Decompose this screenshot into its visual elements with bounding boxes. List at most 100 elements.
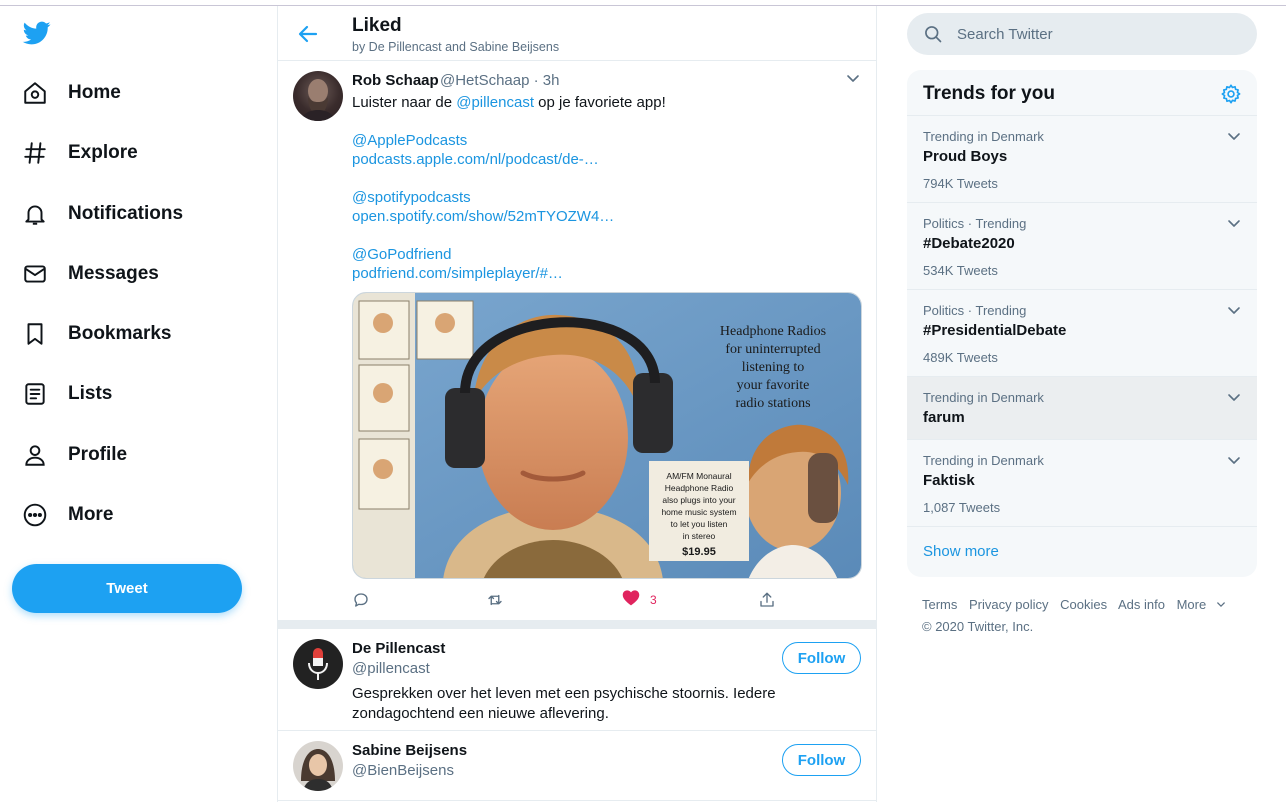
main-column: Liked by De Pillencast and Sabine Beijse… xyxy=(277,6,877,802)
mention-link[interactable]: @spotifypodcasts xyxy=(352,188,471,207)
avatar[interactable] xyxy=(293,639,343,689)
trend-meta: Politics · Trending xyxy=(923,216,1027,231)
list-icon xyxy=(22,381,48,407)
media-headline-text: for uninterrupted xyxy=(725,342,820,357)
media-headline-text: your favorite xyxy=(737,378,810,393)
bell-icon xyxy=(22,201,48,227)
show-more-link[interactable]: Show more xyxy=(923,543,999,560)
tweet-text-suffix: op je favoriete app! xyxy=(534,94,666,111)
trend-count: 1,087 Tweets xyxy=(923,500,1001,515)
nav-item-more[interactable]: More xyxy=(12,490,123,540)
nav-label: Bookmarks xyxy=(68,323,172,344)
tweet[interactable]: Rob Schaap @HetSchaap · 3h Luister naar … xyxy=(278,61,876,620)
page-title: Liked xyxy=(352,15,402,36)
media-box-text: to let you listen xyxy=(671,519,728,529)
trend-meta: Politics · Trending xyxy=(923,303,1027,318)
trend-meta: Trending in Denmark xyxy=(923,453,1044,468)
media-box-text: home music system xyxy=(661,507,736,517)
tweet-author-name[interactable]: Rob Schaap xyxy=(352,72,439,89)
avatar[interactable] xyxy=(293,741,343,791)
url-link[interactable]: podfriend.com/simpleplayer/#… xyxy=(352,264,563,283)
media-box-text: AM/FM Monaural xyxy=(666,471,731,481)
follow-button[interactable]: Follow xyxy=(782,744,861,776)
trend-item[interactable]: Trending in Denmark Faktisk 1,087 Tweets xyxy=(907,440,1257,527)
media-headline-text: radio stations xyxy=(735,396,810,411)
chevron-down-icon[interactable] xyxy=(1227,129,1241,143)
mention-link[interactable]: @pillencast xyxy=(456,94,534,111)
user-name[interactable]: Sabine Beijsens xyxy=(352,742,467,759)
user-bio: Gesprekken over het leven met een psychi… xyxy=(352,685,776,722)
share-icon[interactable] xyxy=(758,589,776,611)
more-circle-icon xyxy=(22,502,48,528)
nav-item-messages[interactable]: Messages xyxy=(12,249,169,299)
trend-name: #PresidentialDebate xyxy=(923,322,1067,339)
trends-title: Trends for you xyxy=(923,83,1055,104)
trend-name: farum xyxy=(923,409,965,426)
trend-item[interactable]: Politics · Trending #Debate2020 534K Twe… xyxy=(907,203,1257,290)
page-header: Liked by De Pillencast and Sabine Beijse… xyxy=(278,6,876,61)
url-link[interactable]: open.spotify.com/show/52mTYOZW4… xyxy=(352,207,614,226)
avatar[interactable] xyxy=(293,71,343,121)
trends-panel: Trends for you Trending in Denmark Proud… xyxy=(907,70,1257,577)
footer-link-more[interactable]: More xyxy=(1177,597,1227,612)
tweet-media-image[interactable]: Headphone Radios for uninterrupted liste… xyxy=(352,292,862,579)
follow-button[interactable]: Follow xyxy=(782,642,861,674)
nav-label: Messages xyxy=(68,263,159,284)
media-box-text: in stereo xyxy=(683,531,716,541)
retweet-icon[interactable] xyxy=(485,589,505,611)
back-arrow-icon[interactable] xyxy=(296,22,320,46)
person-icon xyxy=(22,442,48,468)
tweet-text-prefix: Luister naar de xyxy=(352,94,457,111)
like-count: 3 xyxy=(650,593,657,607)
footer-link-privacy[interactable]: Privacy policy xyxy=(969,597,1048,612)
trend-count: 794K Tweets xyxy=(923,176,998,191)
search-bar[interactable] xyxy=(907,13,1257,55)
user-cell[interactable]: Sabine Beijsens @BienBeijsens Follow xyxy=(278,731,876,801)
mention-link[interactable]: @ApplePodcasts xyxy=(352,131,467,150)
trend-item[interactable]: Politics · Trending #PresidentialDebate … xyxy=(907,290,1257,377)
nav-label: Lists xyxy=(68,383,113,404)
nav-label: Notifications xyxy=(68,203,184,224)
search-input[interactable] xyxy=(957,13,1237,55)
twitter-logo-icon[interactable] xyxy=(22,19,52,47)
trend-item[interactable]: Trending in Denmark Proud Boys 794K Twee… xyxy=(907,116,1257,203)
chevron-down-icon[interactable] xyxy=(1227,453,1241,467)
tweet-button[interactable]: Tweet xyxy=(12,564,242,613)
trend-item[interactable]: Trending in Denmark farum xyxy=(907,377,1257,440)
footer-link-terms[interactable]: Terms xyxy=(922,597,957,612)
nav-label: More xyxy=(68,504,114,525)
nav-item-explore[interactable]: Explore xyxy=(12,128,148,178)
user-handle[interactable]: @pillencast xyxy=(352,660,430,677)
like-button[interactable]: 3 xyxy=(622,589,657,611)
trend-name: Proud Boys xyxy=(923,148,1008,165)
trend-name: Faktisk xyxy=(923,472,975,489)
microphone-icon xyxy=(308,648,328,680)
nav-item-home[interactable]: Home xyxy=(12,68,131,118)
reply-icon[interactable] xyxy=(352,589,370,611)
home-icon xyxy=(22,80,48,106)
nav-label: Explore xyxy=(68,142,138,163)
left-sidebar: Home Explore Notifications Messages Book… xyxy=(0,6,278,802)
media-price-text: $19.95 xyxy=(682,546,716,558)
chevron-down-icon[interactable] xyxy=(1227,390,1241,404)
tweet-actions: 3 xyxy=(352,589,862,611)
gear-icon[interactable] xyxy=(1220,83,1242,105)
nav-item-notifications[interactable]: Notifications xyxy=(12,189,193,239)
mention-link[interactable]: @GoPodfriend xyxy=(352,245,451,264)
chevron-down-icon[interactable] xyxy=(1227,303,1241,317)
chevron-down-icon[interactable] xyxy=(1227,216,1241,230)
nav-item-bookmarks[interactable]: Bookmarks xyxy=(12,309,182,359)
nav-item-profile[interactable]: Profile xyxy=(12,430,137,480)
page-subtitle: by De Pillencast and Sabine Beijsens xyxy=(352,40,560,54)
nav-label: Home xyxy=(68,82,121,103)
footer-link-ads-info[interactable]: Ads info xyxy=(1118,597,1165,612)
url-link[interactable]: podcasts.apple.com/nl/podcast/de-… xyxy=(352,150,599,169)
user-handle[interactable]: @BienBeijsens xyxy=(352,762,454,779)
chevron-down-icon[interactable] xyxy=(846,71,860,85)
media-headline-text: listening to xyxy=(742,360,805,375)
nav-item-lists[interactable]: Lists xyxy=(12,369,122,419)
user-cell[interactable]: De Pillencast @pillencast Gesprekken ove… xyxy=(278,629,876,731)
tweet-author-handle[interactable]: @HetSchaap · 3h xyxy=(440,72,559,89)
footer-link-cookies[interactable]: Cookies xyxy=(1060,597,1107,612)
user-name[interactable]: De Pillencast xyxy=(352,640,445,657)
